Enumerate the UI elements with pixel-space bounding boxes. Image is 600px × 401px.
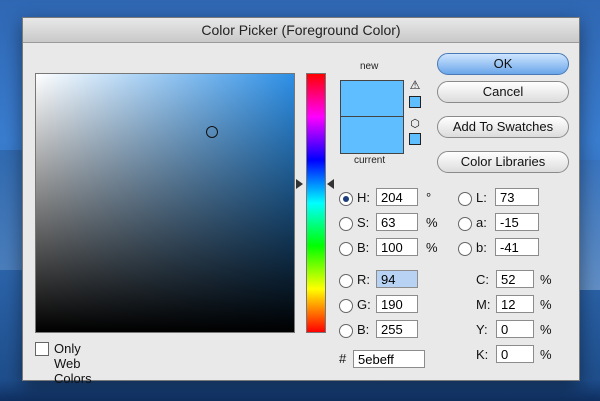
hex-prefix: #	[339, 351, 347, 366]
only-web-colors-checkbox[interactable]	[35, 342, 49, 356]
lab-b-radio[interactable]	[458, 242, 472, 256]
cmyk-m-label: M:	[476, 297, 491, 312]
only-web-colors-label: Only Web Colors	[54, 341, 92, 386]
lab-l-radio[interactable]	[458, 192, 472, 206]
cmyk-y-input[interactable]	[496, 320, 534, 338]
lab-a-radio[interactable]	[458, 217, 472, 231]
hsb-h-input[interactable]	[376, 188, 418, 206]
color-field-marker[interactable]	[206, 126, 218, 138]
hsb-s-unit: %	[426, 215, 438, 230]
cancel-button[interactable]: Cancel	[437, 81, 569, 103]
rgb-r-label: R:	[357, 272, 370, 287]
hsb-b-input[interactable]	[376, 238, 418, 256]
add-to-swatches-button[interactable]: Add To Swatches	[437, 116, 569, 138]
new-color-swatch	[340, 80, 404, 118]
cmyk-k-input[interactable]	[496, 345, 534, 363]
hsb-h-unit: °	[426, 190, 432, 205]
cmyk-m-unit: %	[540, 297, 552, 312]
new-label: new	[360, 61, 379, 72]
hsb-s-input[interactable]	[376, 213, 418, 231]
background-left-edge	[0, 150, 22, 270]
cmyk-m-input[interactable]	[496, 295, 534, 313]
rgb-g-input[interactable]	[376, 295, 418, 313]
cmyk-y-unit: %	[540, 322, 552, 337]
lab-a-input[interactable]	[495, 213, 539, 231]
ok-button[interactable]: OK	[437, 53, 569, 75]
hsb-b-label: B:	[357, 240, 370, 255]
rgb-b-radio[interactable]	[339, 324, 353, 338]
cmyk-c-label: C:	[476, 272, 489, 287]
hsb-b-radio[interactable]	[339, 242, 353, 256]
warning-triangle-icon[interactable]: ⚠	[409, 79, 421, 91]
rgb-g-radio[interactable]	[339, 299, 353, 313]
rgb-b-label: B:	[357, 322, 370, 337]
lab-b-label: b:	[476, 240, 487, 255]
hue-slider[interactable]	[306, 73, 326, 333]
cmyk-k-unit: %	[540, 347, 552, 362]
lab-a-label: a:	[476, 215, 487, 230]
current-label: current	[354, 155, 386, 166]
hue-slider-left-arrow[interactable]	[296, 179, 303, 189]
color-picker-dialog: Color Picker (Foreground Color) new curr…	[22, 17, 580, 386]
gamut-warning-swatch[interactable]	[409, 96, 421, 108]
hsb-h-radio[interactable]	[339, 192, 353, 206]
hue-slider-right-arrow[interactable]	[327, 179, 334, 189]
hsb-h-label: H:	[357, 190, 370, 205]
lab-l-label: L:	[476, 190, 487, 205]
lab-b-input[interactable]	[495, 238, 539, 256]
cmyk-c-unit: %	[540, 272, 552, 287]
cmyk-y-label: Y:	[476, 322, 488, 337]
window-title: Color Picker (Foreground Color)	[23, 18, 579, 43]
hex-input[interactable]	[353, 350, 425, 368]
rgb-g-label: G:	[357, 297, 371, 312]
hsb-s-label: S:	[357, 215, 370, 230]
color-field[interactable]	[35, 73, 295, 333]
background-right-edge	[578, 160, 600, 290]
rgb-r-input[interactable]	[376, 270, 418, 288]
cmyk-c-input[interactable]	[496, 270, 534, 288]
websafe-swatch[interactable]	[409, 133, 421, 145]
cube-icon[interactable]: ⬡	[409, 118, 421, 130]
lab-l-input[interactable]	[495, 188, 539, 206]
cmyk-k-label: K:	[476, 347, 489, 362]
hsb-s-radio[interactable]	[339, 217, 353, 231]
rgb-r-radio[interactable]	[339, 274, 353, 288]
color-libraries-button[interactable]: Color Libraries	[437, 151, 569, 173]
rgb-b-input[interactable]	[376, 320, 418, 338]
hsb-b-unit: %	[426, 240, 438, 255]
current-color-swatch[interactable]	[340, 116, 404, 154]
